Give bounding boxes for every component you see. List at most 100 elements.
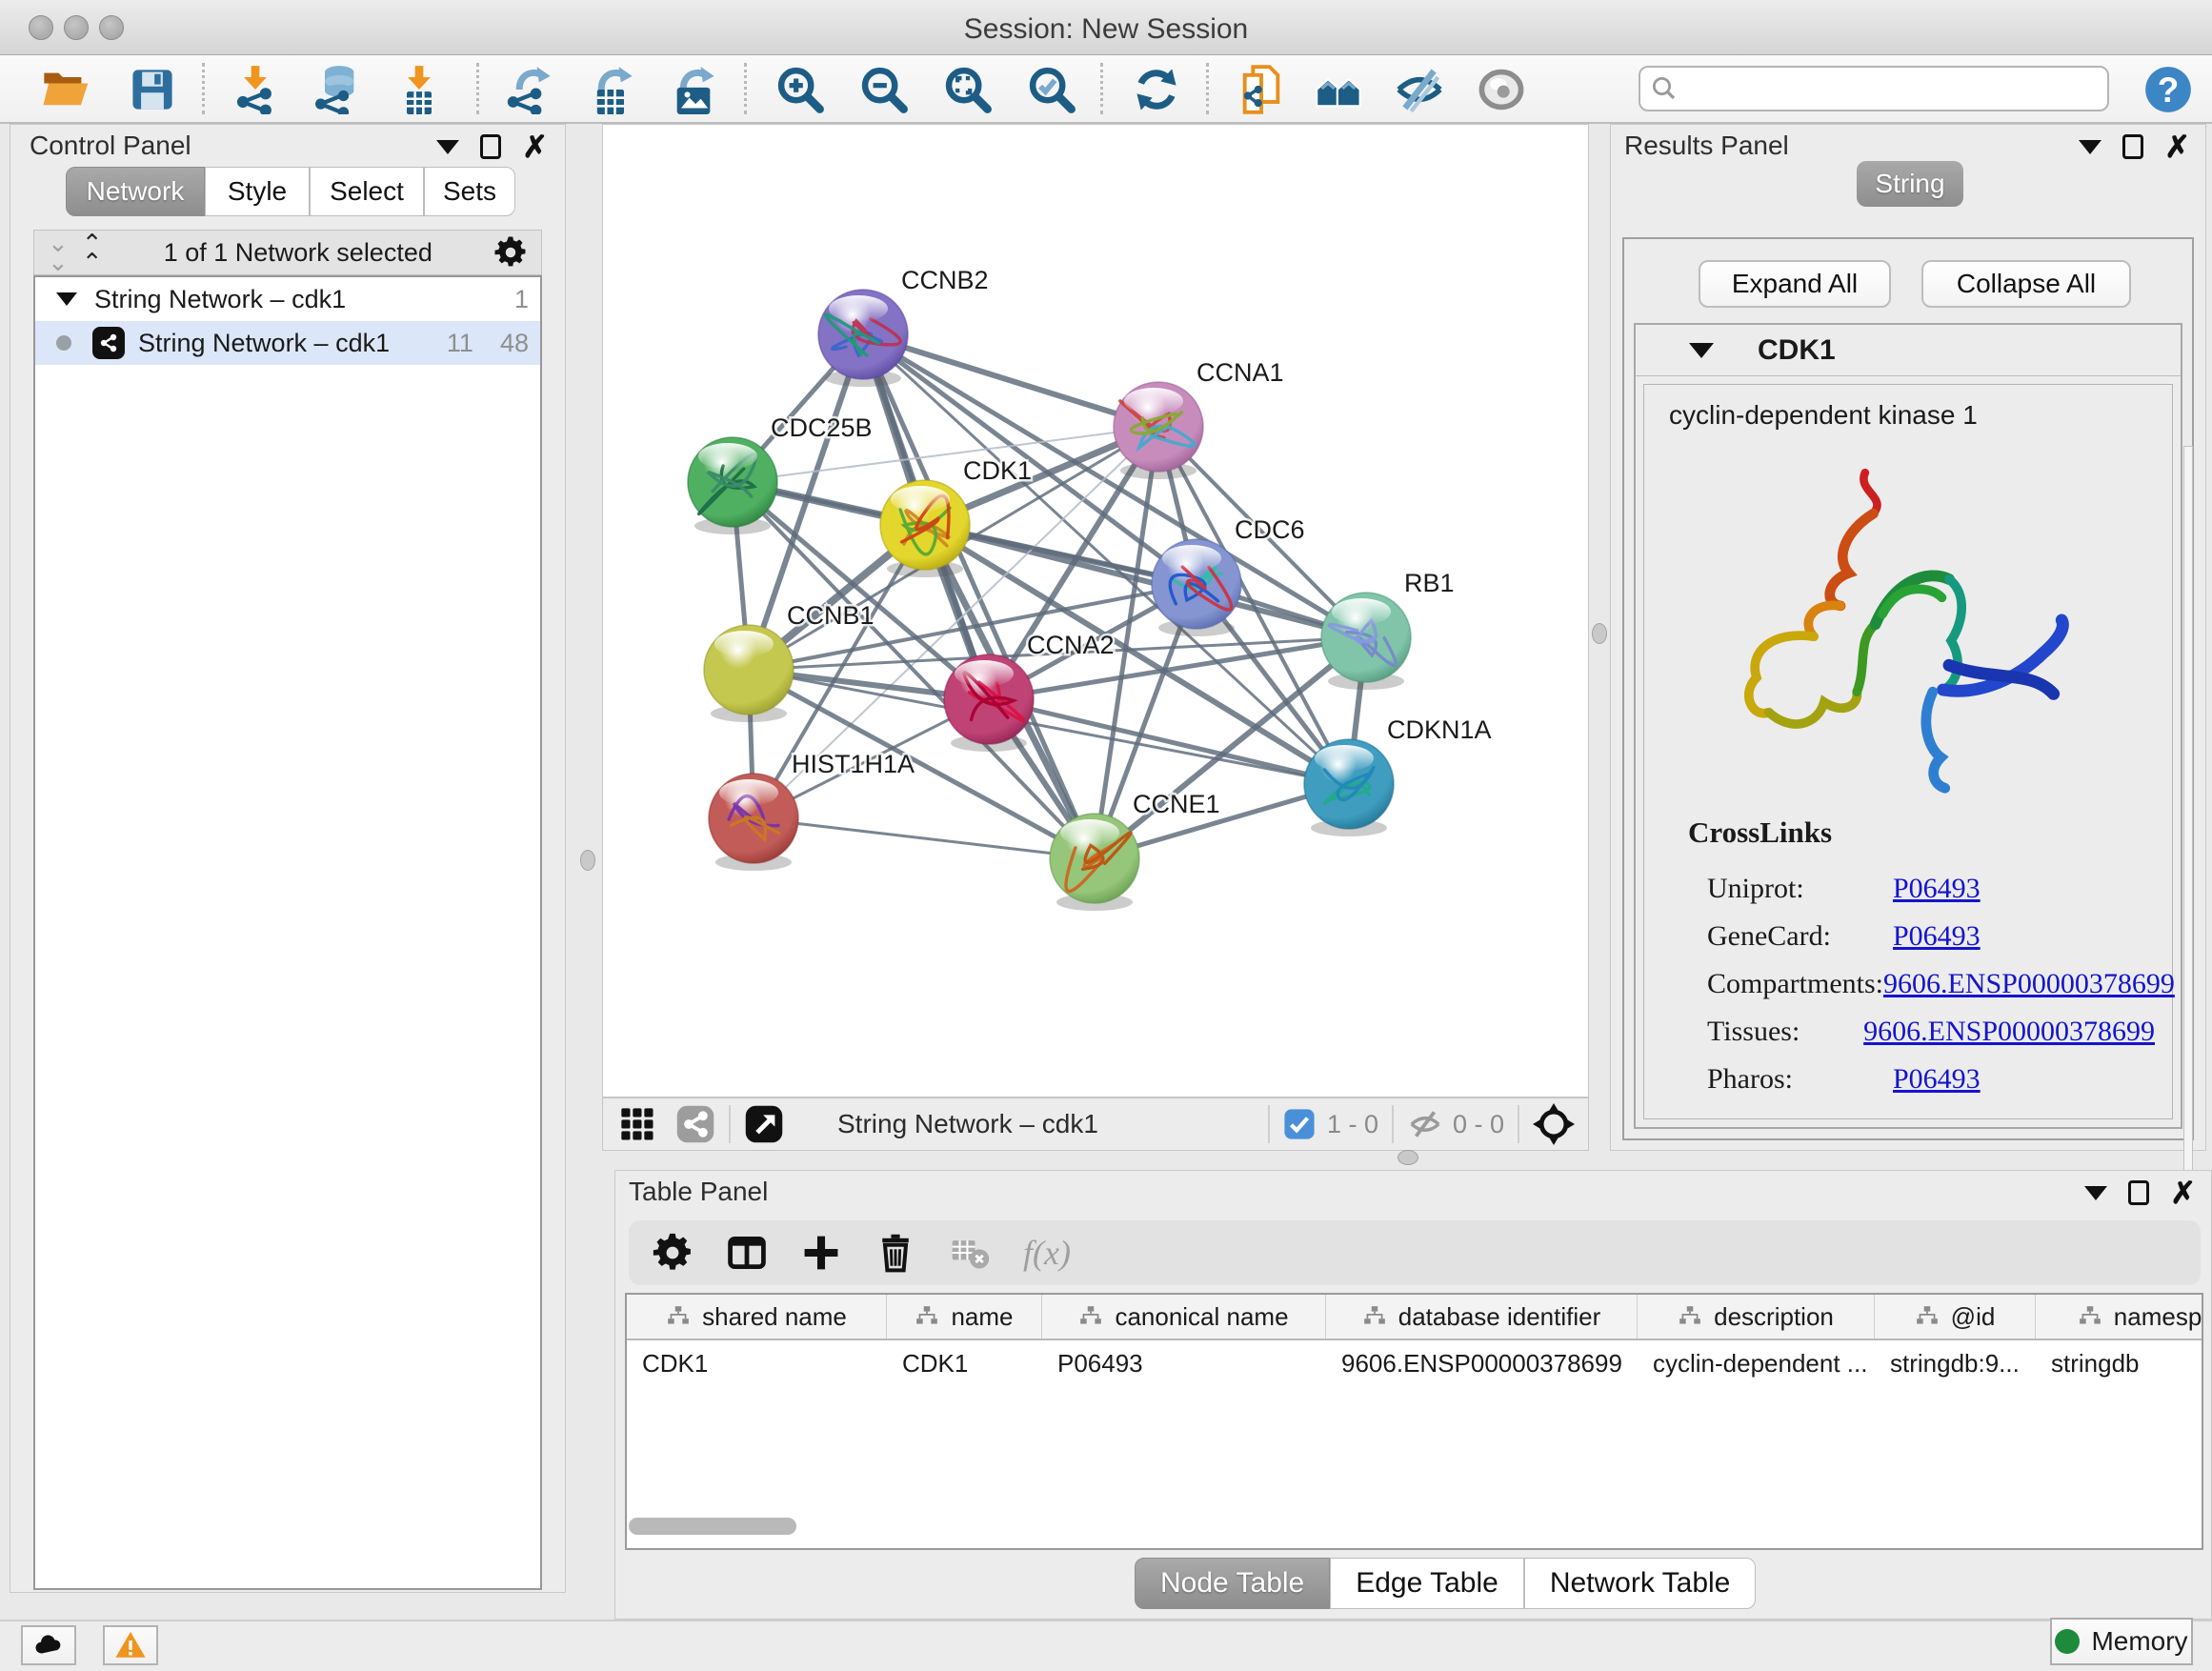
network-edge-CCNB2-CCNE1[interactable] <box>863 334 1095 858</box>
hide-selected-button[interactable] <box>1393 63 1446 116</box>
network-node-HIST1H1A[interactable]: HIST1H1A <box>709 750 915 871</box>
cloud-button[interactable] <box>21 1625 76 1665</box>
tab-node-table[interactable]: Node Table <box>1135 1558 1330 1609</box>
network-node-CCNB2[interactable]: CCNB2 <box>818 266 989 387</box>
memory-button[interactable]: Memory <box>2050 1618 2193 1665</box>
warning-button[interactable] <box>103 1625 158 1665</box>
column-header[interactable]: shared name <box>627 1295 887 1339</box>
control-panel-close-icon[interactable]: ✗ <box>522 134 548 159</box>
column-header[interactable]: canonical name <box>1042 1295 1326 1339</box>
network-options-gear-icon[interactable] <box>493 235 528 270</box>
tab-select[interactable]: Select <box>310 167 424 216</box>
export-image-button[interactable] <box>667 63 720 116</box>
table-panel-collapse-icon[interactable] <box>2084 1186 2107 1200</box>
table-panel-float-icon[interactable] <box>2128 1180 2149 1205</box>
show-columns-icon[interactable] <box>726 1232 768 1274</box>
results-panel-collapse-icon[interactable] <box>2079 140 2101 154</box>
main-toolbar: ? <box>0 55 2212 124</box>
search-input[interactable] <box>1679 74 2088 104</box>
import-network-file-button[interactable] <box>229 63 282 116</box>
control-panel-collapse-icon[interactable] <box>436 140 459 154</box>
fit-crosshair-icon[interactable] <box>1533 1103 1575 1145</box>
network-view-share-icon[interactable] <box>675 1104 715 1144</box>
network-node-CCNE1[interactable]: CCNE1 <box>1050 790 1220 911</box>
column-header[interactable]: name <box>887 1295 1042 1339</box>
table-horizontal-scrollbar[interactable] <box>629 1518 796 1535</box>
table-options-gear-icon[interactable] <box>652 1232 694 1274</box>
delete-column-trash-icon[interactable] <box>875 1232 916 1274</box>
show-all-button[interactable] <box>1475 63 1528 116</box>
crosslink-compartments-link[interactable]: 9606.ENSP00000378699 <box>1883 968 2175 1000</box>
first-neighbors-button[interactable] <box>1313 63 1366 116</box>
export-table-button[interactable] <box>585 63 638 116</box>
node-label-CCNE1: CCNE1 <box>1133 790 1220 818</box>
open-session-button[interactable] <box>38 63 91 116</box>
tab-edge-table[interactable]: Edge Table <box>1330 1558 1524 1609</box>
hidden-count: 0 - 0 <box>1453 1110 1504 1139</box>
table-panel: Table Panel ✗ f(x) shared name name cano… <box>614 1170 2212 1620</box>
column-header[interactable]: @id <box>1875 1295 2036 1339</box>
network-view-toolbar: String Network – cdk1 1 - 0 0 - 0 <box>602 1097 1589 1151</box>
collapse-all-networks-icon[interactable]: ⌄⌄ <box>48 233 69 272</box>
birdseye-toggle-icon[interactable] <box>744 1104 784 1144</box>
network-node-CCNB1[interactable]: CCNB1 <box>704 601 875 722</box>
import-database-icon <box>312 65 362 114</box>
export-network-button[interactable] <box>503 63 556 116</box>
memory-status-dot <box>2055 1629 2080 1654</box>
selected-checkbox-icon[interactable] <box>1283 1108 1316 1140</box>
column-header[interactable]: description <box>1638 1295 1875 1339</box>
crosslink-tissues-link[interactable]: 9606.ENSP00000378699 <box>1863 1016 2155 1048</box>
network-row[interactable]: String Network – cdk1 11 48 <box>35 321 540 365</box>
column-header[interactable]: database identifier <box>1326 1295 1638 1339</box>
network-from-selection-button[interactable] <box>1235 63 1288 116</box>
add-column-icon[interactable] <box>800 1232 842 1274</box>
import-table-button[interactable] <box>392 63 446 116</box>
import-table-icon <box>394 65 444 114</box>
crosslink-row: Compartments: 9606.ENSP00000378699 <box>1707 968 2155 1000</box>
tab-network-table[interactable]: Network Table <box>1524 1558 1757 1609</box>
tab-style[interactable]: Style <box>205 167 310 216</box>
network-node-CDC25B[interactable]: CDC25B <box>688 413 873 534</box>
gene-collapse-icon[interactable] <box>1689 343 1714 358</box>
help-button[interactable]: ? <box>2142 63 2195 116</box>
left-splitter-handle[interactable] <box>580 850 595 871</box>
save-session-button[interactable] <box>126 63 179 116</box>
apply-layout-button[interactable] <box>1130 63 1183 116</box>
network-node-CCNA1[interactable]: CCNA1 <box>1114 358 1284 479</box>
gene-entry-header[interactable]: CDK1 <box>1636 325 2181 376</box>
column-header[interactable]: namespace <box>2036 1295 2203 1339</box>
right-splitter-handle[interactable] <box>1592 623 1607 644</box>
results-panel-close-icon[interactable]: ✗ <box>2164 134 2190 159</box>
zoom-fit-button[interactable] <box>941 63 995 116</box>
window-titlebar: Session: New Session <box>0 0 2212 55</box>
refresh-icon <box>1132 65 1181 114</box>
table-panel-close-icon[interactable]: ✗ <box>2170 1180 2196 1205</box>
tree-expand-icon[interactable] <box>56 292 77 306</box>
tab-network[interactable]: Network <box>66 167 205 216</box>
network-node-RB1[interactable]: RB1 <box>1321 569 1455 690</box>
crosslink-pharos-link[interactable]: P06493 <box>1893 1063 1981 1096</box>
control-panel-float-icon[interactable] <box>480 134 501 159</box>
expand-all-button[interactable]: Expand All <box>1699 260 1891 308</box>
network-graph[interactable]: CCNB2CCNA1CDC25BCDK1CDC6RB1CCNB1CCNA2CDK… <box>603 125 1588 1097</box>
zoom-in-button[interactable] <box>774 63 827 116</box>
horizontal-splitter-handle[interactable] <box>1398 1150 1418 1165</box>
crosslink-uniprot-link[interactable]: P06493 <box>1893 873 1981 905</box>
tab-string[interactable]: String <box>1857 161 1963 207</box>
results-scrollbar[interactable] <box>2183 446 2193 1178</box>
tab-sets[interactable]: Sets <box>424 167 515 216</box>
network-canvas[interactable]: CCNB2CCNA1CDC25BCDK1CDC6RB1CCNB1CCNA2CDK… <box>602 124 1589 1097</box>
results-panel-float-icon[interactable] <box>2122 134 2143 159</box>
zoom-out-button[interactable] <box>857 63 911 116</box>
network-edge-CCNB2-CCNA1[interactable] <box>863 334 1158 427</box>
crosslink-genecard-link[interactable]: P06493 <box>1893 920 1981 953</box>
collapse-all-button[interactable]: Collapse All <box>1921 260 2131 308</box>
table-row[interactable]: CDK1 CDK1 P06493 9606.ENSP00000378699 cy… <box>627 1340 2202 1386</box>
network-edge-CCNE1-HIST1H1A[interactable] <box>754 818 1095 858</box>
expand-all-networks-icon[interactable]: ⌃⌃ <box>82 233 103 272</box>
network-collection-row[interactable]: String Network – cdk1 1 <box>35 277 540 321</box>
grid-mode-icon[interactable] <box>618 1105 656 1143</box>
import-network-database-button[interactable] <box>311 63 364 116</box>
zoom-selected-button[interactable] <box>1025 63 1078 116</box>
network-node-CDKN1A[interactable]: CDKN1A <box>1304 715 1492 836</box>
